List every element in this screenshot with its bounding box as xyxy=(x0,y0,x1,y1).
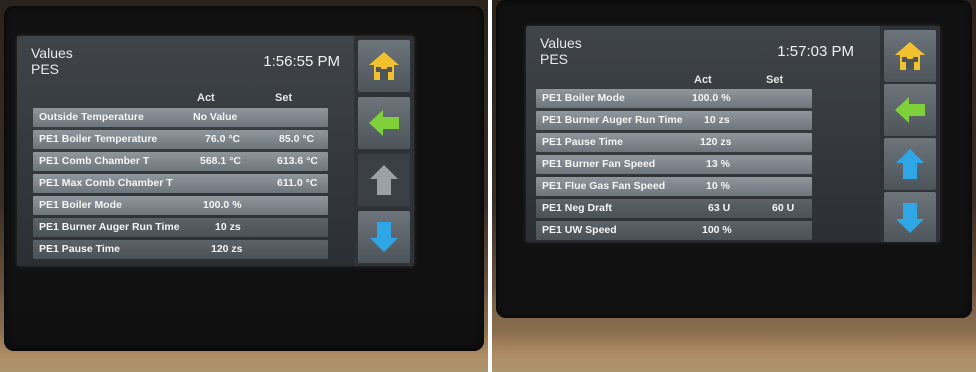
row-label: PE1 Burner Auger Run Time xyxy=(39,221,180,233)
lcd-screen: Values PES 1:57:03 PM Act Set PE1 Boiler… xyxy=(526,26,940,242)
arrow-up-icon xyxy=(896,149,924,179)
value-row[interactable]: PE1 Burner Auger Run Time 10 zs xyxy=(536,111,812,130)
row-act: 100.0 % xyxy=(692,92,731,104)
value-row[interactable]: PE1 Pause Time 120 zs xyxy=(33,240,328,259)
value-row[interactable]: PE1 Pause Time 120 zs xyxy=(536,133,812,152)
value-row[interactable]: Outside Temperature No Value xyxy=(33,108,328,127)
row-label: PE1 Comb Chamber T xyxy=(39,155,150,167)
home-icon xyxy=(369,52,399,80)
arrow-left-icon xyxy=(369,110,399,136)
row-act: 120 zs xyxy=(700,136,732,148)
row-label: PE1 Boiler Temperature xyxy=(39,133,158,145)
row-act: 10 % xyxy=(706,180,730,192)
clock: 1:56:55 PM xyxy=(263,53,340,70)
row-label: PE1 Pause Time xyxy=(542,136,623,148)
row-label: PE1 Flue Gas Fan Speed xyxy=(542,180,666,192)
row-act: No Value xyxy=(193,111,238,123)
nav-button-column xyxy=(880,26,940,242)
row-label: PE1 Boiler Mode xyxy=(39,199,122,211)
value-row[interactable]: PE1 Max Comb Chamber T 611.0 °C xyxy=(33,174,328,193)
clock: 1:57:03 PM xyxy=(777,43,854,60)
value-row[interactable]: PE1 Comb Chamber T 568.1 °C 613.6 °C xyxy=(33,152,328,171)
row-act: 100.0 % xyxy=(203,199,242,211)
row-label: PE1 Pause Time xyxy=(39,243,120,255)
scroll-down-button[interactable] xyxy=(358,211,410,263)
col-act-header: Act xyxy=(694,74,712,86)
right-photo: Values PES 1:57:03 PM Act Set PE1 Boiler… xyxy=(492,0,976,372)
value-row[interactable]: PE1 Burner Auger Run Time 10 zs xyxy=(33,218,328,237)
row-act: 568.1 °C xyxy=(200,155,241,167)
row-label: PE1 Neg Draft xyxy=(542,202,613,214)
back-button[interactable] xyxy=(358,97,410,149)
screen-title: Values PES xyxy=(540,35,582,67)
row-label: PE1 Max Comb Chamber T xyxy=(39,177,173,189)
row-label: PE1 Burner Fan Speed xyxy=(542,158,656,170)
value-row[interactable]: PE1 UW Speed 100 % xyxy=(536,221,812,240)
col-set-header: Set xyxy=(766,74,784,86)
nav-button-column xyxy=(354,36,414,266)
row-act: 100 % xyxy=(702,224,732,236)
row-act: 10 zs xyxy=(704,114,730,126)
col-act-header: Act xyxy=(197,92,215,104)
screen-title: Values PES xyxy=(31,45,73,77)
row-label: PE1 Boiler Mode xyxy=(542,92,625,104)
row-label: PE1 UW Speed xyxy=(542,224,617,236)
arrow-left-icon xyxy=(895,97,925,123)
title-values: Values xyxy=(540,35,582,51)
row-set: 611.0 °C xyxy=(277,177,318,189)
floor xyxy=(492,332,976,372)
row-act: 13 % xyxy=(706,158,730,170)
scroll-up-button[interactable] xyxy=(884,138,936,190)
value-row[interactable]: PE1 Boiler Mode 100.0 % xyxy=(33,196,328,215)
title-values: Values xyxy=(31,45,73,61)
home-button[interactable] xyxy=(884,30,936,82)
col-set-header: Set xyxy=(275,92,293,104)
home-icon xyxy=(895,42,925,70)
row-label: Outside Temperature xyxy=(39,111,144,123)
title-pes: PES xyxy=(31,61,60,77)
back-button[interactable] xyxy=(884,84,936,136)
arrow-down-icon xyxy=(896,203,924,233)
arrow-down-icon xyxy=(370,222,398,252)
value-row[interactable]: PE1 Flue Gas Fan Speed 10 % xyxy=(536,177,812,196)
value-row[interactable]: PE1 Boiler Mode 100.0 % xyxy=(536,89,812,108)
row-set: 85.0 °C xyxy=(279,133,315,145)
row-act: 120 zs xyxy=(211,243,243,255)
left-photo: Values PES 1:56:55 PM Act Set Outside Te… xyxy=(0,0,488,372)
arrow-up-icon xyxy=(370,165,398,195)
row-act: 76.0 °C xyxy=(205,133,241,145)
value-row[interactable]: PE1 Boiler Temperature 76.0 °C 85.0 °C xyxy=(33,130,328,149)
value-row[interactable]: PE1 Burner Fan Speed 13 % xyxy=(536,155,812,174)
row-set: 613.6 °C xyxy=(277,155,318,167)
lcd-screen: Values PES 1:56:55 PM Act Set Outside Te… xyxy=(17,36,414,266)
scroll-up-button[interactable] xyxy=(358,154,410,206)
row-label: PE1 Burner Auger Run Time xyxy=(542,114,683,126)
row-act: 63 U xyxy=(708,202,731,214)
scroll-down-button[interactable] xyxy=(884,192,936,242)
row-act: 10 zs xyxy=(215,221,241,233)
value-row[interactable]: PE1 Neg Draft 63 U 60 U xyxy=(536,199,812,218)
row-set: 60 U xyxy=(772,202,795,214)
home-button[interactable] xyxy=(358,40,410,92)
title-pes: PES xyxy=(540,51,569,67)
